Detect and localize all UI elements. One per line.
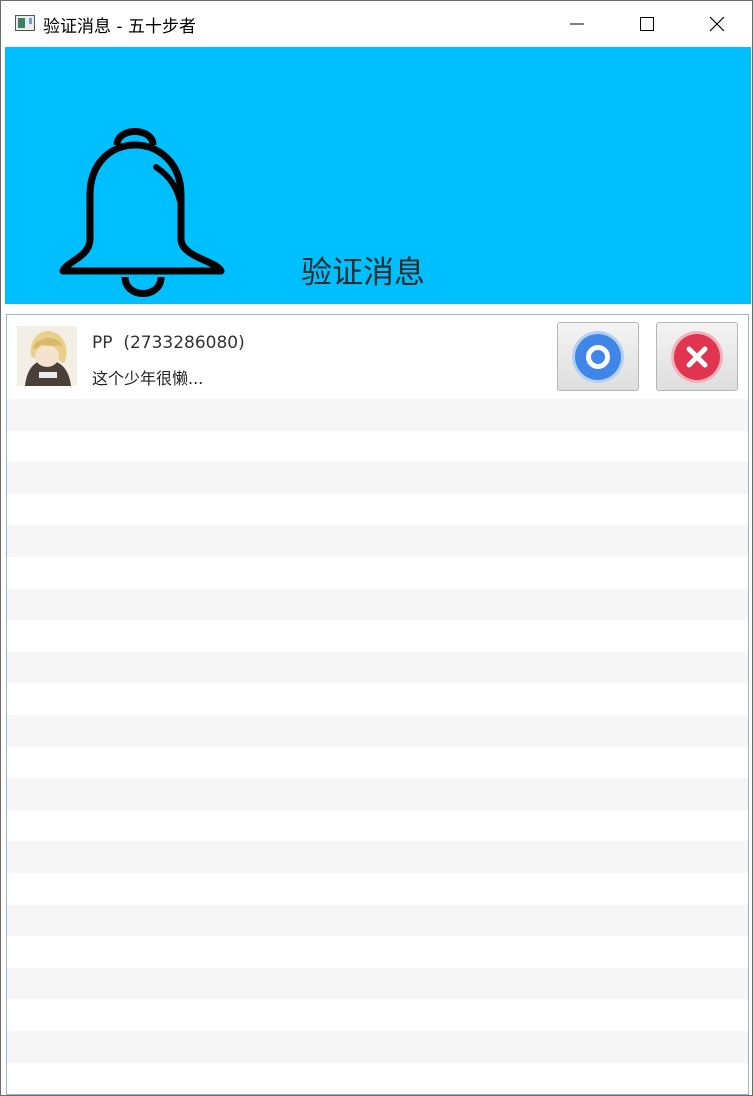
- app-window-icon: [15, 15, 35, 31]
- reject-x-icon: [671, 330, 723, 383]
- requester-nickname: PP: [92, 333, 113, 353]
- close-button[interactable]: [682, 1, 752, 46]
- minimize-icon: [570, 23, 584, 24]
- avatar-image: [17, 326, 77, 386]
- maximize-button[interactable]: [612, 1, 682, 46]
- requester-message: 这个少年很懒...: [92, 369, 204, 388]
- verify-message-window: 验证消息 - 五十步者 验证消息 PP (2733286080) 这个少年很懒.…: [0, 0, 753, 1096]
- window-title: 验证消息 - 五十步者: [43, 17, 196, 37]
- requester-name: PP (2733286080): [92, 333, 245, 353]
- title-bar[interactable]: 验证消息 - 五十步者: [1, 1, 752, 46]
- minimize-button[interactable]: [542, 1, 612, 46]
- request-list[interactable]: PP (2733286080) 这个少年很懒...: [6, 314, 749, 1095]
- header-banner: 验证消息: [5, 47, 751, 304]
- accept-button[interactable]: [557, 322, 639, 391]
- accept-circle-icon: [572, 330, 624, 383]
- reject-button[interactable]: [656, 322, 738, 391]
- request-item[interactable]: PP (2733286080) 这个少年很懒...: [7, 315, 748, 399]
- requester-id: (2733286080): [123, 333, 245, 353]
- avatar: [17, 326, 77, 386]
- header-title: 验证消息: [301, 255, 425, 291]
- maximize-icon: [640, 16, 654, 31]
- bell-icon: [59, 128, 225, 297]
- close-icon: [709, 16, 725, 31]
